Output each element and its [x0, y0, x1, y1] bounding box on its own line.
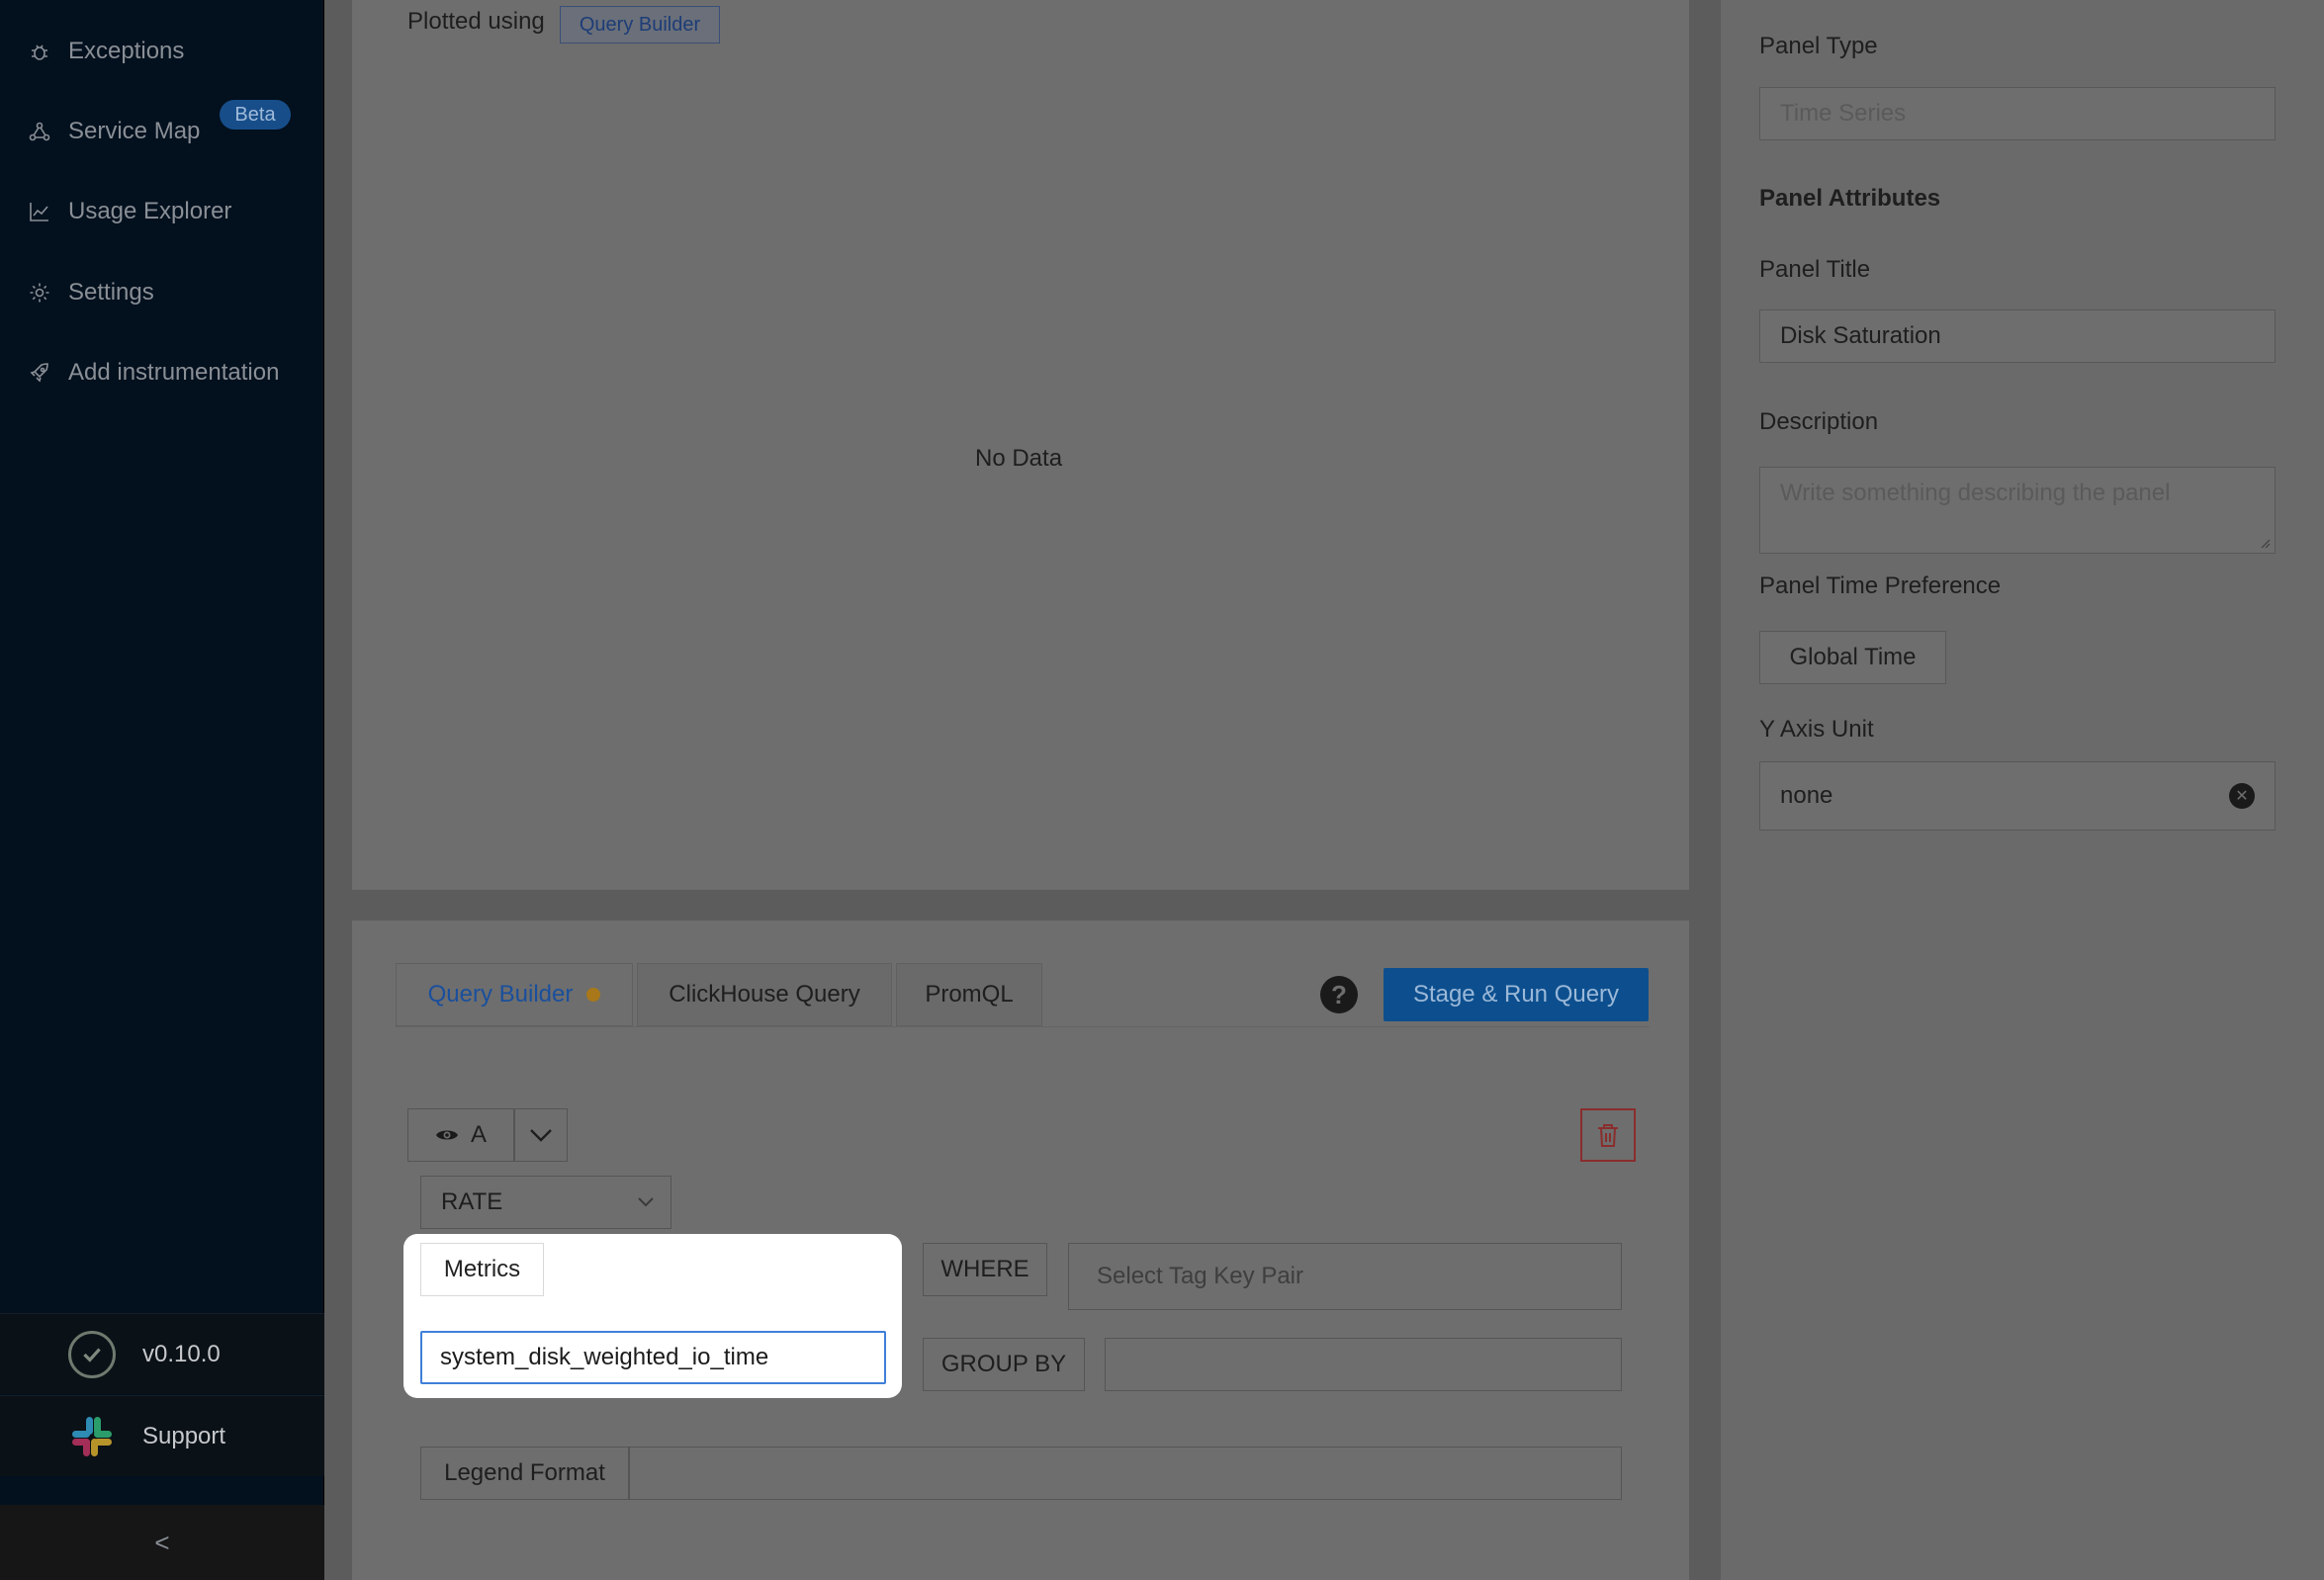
delete-query-button[interactable]	[1580, 1108, 1636, 1162]
sidebar-item-usage-explorer[interactable]: Usage Explorer	[0, 182, 324, 241]
tag-key-pair-input[interactable]: Select Tag Key Pair	[1068, 1243, 1622, 1310]
sidebar-item-label: Add instrumentation	[68, 359, 280, 386]
eye-icon	[435, 1130, 458, 1140]
group-by-input[interactable]	[1105, 1338, 1622, 1391]
metrics-label: Metrics	[420, 1243, 544, 1296]
resize-handle-icon[interactable]	[2259, 537, 2271, 549]
y-axis-unit-value: none	[1780, 782, 1833, 809]
clear-icon[interactable]: ✕	[2229, 783, 2255, 809]
sidebar-item-label: Exceptions	[68, 38, 185, 64]
global-time-button[interactable]: Global Time	[1759, 631, 1946, 684]
beta-badge: Beta	[220, 100, 291, 130]
bug-icon	[26, 38, 53, 65]
query-name: A	[470, 1121, 487, 1148]
sidebar-item-settings[interactable]: Settings	[0, 263, 324, 322]
y-axis-unit-select[interactable]: none ✕	[1759, 761, 2276, 831]
chevron-down-icon	[638, 1197, 654, 1207]
sidebar-item-exceptions[interactable]: Exceptions	[0, 22, 324, 81]
aggregation-value: RATE	[441, 1188, 503, 1215]
legend-format-label: Legend Format	[420, 1447, 629, 1500]
help-icon[interactable]: ?	[1320, 976, 1358, 1013]
unsaved-dot-icon	[586, 988, 601, 1002]
expand-query-button[interactable]	[514, 1108, 568, 1162]
tab-query-builder[interactable]: Query Builder	[396, 963, 633, 1026]
description-textarea[interactable]: Write something describing the panel	[1759, 467, 2276, 554]
sidebar-item-label: Service Map	[68, 118, 201, 144]
panel-attributes-heading: Panel Attributes	[1759, 185, 1941, 212]
tab-label: ClickHouse Query	[669, 981, 860, 1008]
support-label: Support	[142, 1422, 226, 1449]
description-placeholder: Write something describing the panel	[1780, 480, 2171, 506]
panel-time-preference-label: Panel Time Preference	[1759, 572, 2002, 599]
stage-run-query-button[interactable]: Stage & Run Query	[1384, 968, 1649, 1021]
panel-title-input[interactable]: Disk Saturation	[1759, 309, 2276, 363]
tab-divider	[396, 1026, 1650, 1027]
rocket-icon	[26, 359, 53, 387]
sidebar: Exceptions Service Map Beta Usage Explor…	[0, 0, 324, 1580]
chevron-down-icon	[530, 1129, 552, 1142]
tab-label: PromQL	[925, 981, 1014, 1008]
legend-format-input[interactable]	[629, 1447, 1622, 1500]
panel-type-label: Panel Type	[1759, 33, 1878, 59]
tab-promql[interactable]: PromQL	[896, 963, 1042, 1026]
panel-title-value: Disk Saturation	[1780, 322, 1941, 349]
metric-name-input[interactable]: system_disk_weighted_io_time	[420, 1331, 886, 1384]
where-label: WHERE	[923, 1243, 1047, 1296]
tab-clickhouse-query[interactable]: ClickHouse Query	[637, 963, 892, 1026]
check-circle-icon	[68, 1330, 116, 1378]
panel-type-select[interactable]: Time Series	[1759, 87, 2276, 140]
y-axis-unit-label: Y Axis Unit	[1759, 716, 1874, 743]
sidebar-item-label: Usage Explorer	[68, 198, 232, 224]
sidebar-item-label: Settings	[68, 279, 154, 306]
gear-icon	[26, 279, 53, 307]
collapse-sidebar-button[interactable]: <	[0, 1505, 324, 1580]
support-row[interactable]: Support	[0, 1395, 324, 1476]
slack-icon	[72, 1416, 112, 1456]
panel-title-label: Panel Title	[1759, 256, 1871, 283]
tab-label: Query Builder	[427, 981, 574, 1008]
version-label: v0.10.0	[142, 1340, 221, 1367]
trash-icon	[1598, 1124, 1618, 1147]
line-chart-icon	[26, 198, 53, 225]
panel-type-value: Time Series	[1780, 100, 1907, 127]
aggregation-select[interactable]: RATE	[420, 1176, 671, 1229]
sidebar-item-add-instrumentation[interactable]: Add instrumentation	[0, 343, 324, 402]
toggle-query-visibility-button[interactable]: A	[407, 1108, 514, 1162]
no-data-message: No Data	[975, 445, 1063, 472]
version-row[interactable]: v0.10.0	[0, 1313, 324, 1394]
group-by-label: GROUP BY	[923, 1338, 1085, 1391]
service-map-icon	[26, 118, 53, 145]
plotted-using-label: Plotted using	[407, 8, 545, 35]
plotted-using-badge: Query Builder	[560, 6, 720, 44]
chevron-left-icon: <	[154, 1527, 170, 1557]
description-label: Description	[1759, 408, 1879, 435]
